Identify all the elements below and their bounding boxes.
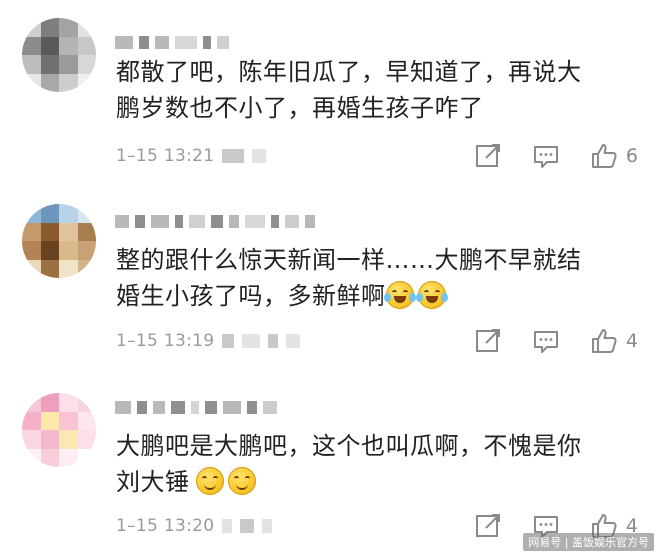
like-count: 4	[625, 330, 638, 352]
comment-time: 1–15 13:20	[116, 516, 215, 536]
comment-actions: 4	[474, 326, 638, 356]
avatar[interactable]	[22, 204, 96, 278]
like-button[interactable]: 4	[590, 327, 638, 355]
comment-icon[interactable]	[532, 142, 560, 170]
comment-time: 1–15 13:21	[116, 146, 215, 166]
username-blurred[interactable]	[115, 213, 315, 229]
comment-text: 大鹏吧是大鹏吧，这个也叫瓜啊，不愧是你 刘大锤	[116, 432, 582, 496]
comment-time: 1–15 13:19	[116, 331, 215, 351]
comment-meta: 1–15 13:20	[116, 516, 273, 536]
smile-emoji	[195, 467, 224, 495]
smile-emoji	[227, 467, 256, 495]
comment-text: 都散了吧，陈年旧瓜了，早知道了，再说大 鹏岁数也不小了，再婚生孩子咋了	[116, 58, 582, 122]
share-icon[interactable]	[474, 512, 502, 540]
comment-meta: 1–15 13:21	[116, 146, 267, 166]
username-blurred[interactable]	[115, 399, 277, 415]
comment-icon[interactable]	[532, 327, 560, 355]
comment-actions: 6	[474, 141, 638, 171]
username-blurred[interactable]	[115, 34, 229, 50]
watermark: 网易号 | 盖饭娱乐官方号	[523, 533, 654, 551]
comment-meta: 1–15 13:19	[116, 331, 301, 351]
avatar[interactable]	[22, 18, 96, 92]
laughing-crying-emoji	[383, 281, 416, 309]
comment-text: 整的跟什么惊天新闻一样……大鹏不早就结 婚生小孩了吗，多新鲜啊	[116, 246, 582, 310]
laughing-crying-emoji	[415, 281, 448, 309]
avatar[interactable]	[22, 393, 96, 467]
blurred-source	[222, 519, 233, 533]
blurred-source	[222, 149, 245, 163]
thumbs-up-icon[interactable]	[590, 327, 618, 355]
share-icon[interactable]	[474, 142, 502, 170]
like-button[interactable]: 6	[590, 142, 638, 170]
blurred-source	[222, 334, 235, 348]
like-count: 6	[625, 145, 638, 167]
thumbs-up-icon[interactable]	[590, 142, 618, 170]
share-icon[interactable]	[474, 327, 502, 355]
